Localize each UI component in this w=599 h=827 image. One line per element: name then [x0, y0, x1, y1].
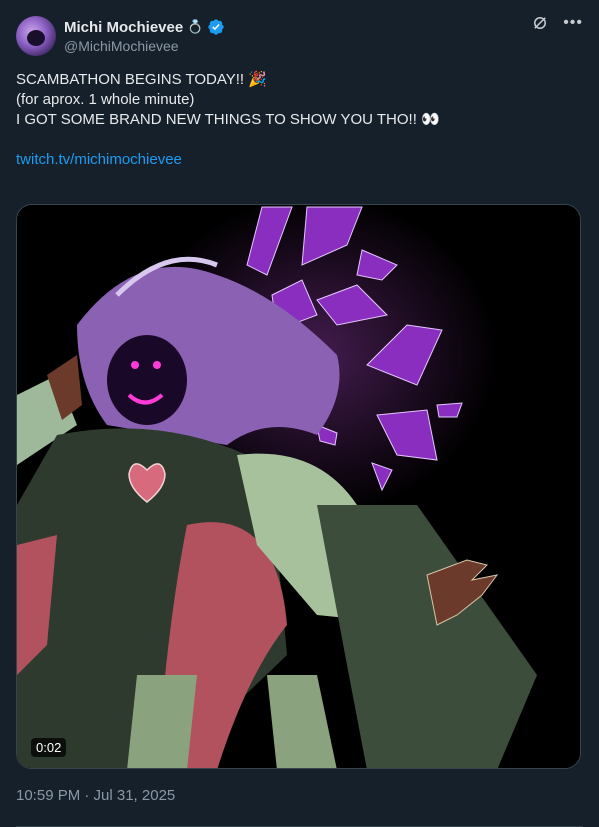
author-names: Michi Mochievee 💍 @MichiMochievee — [64, 18, 225, 54]
header-actions: ••• — [531, 14, 583, 32]
grok-icon[interactable] — [531, 14, 549, 32]
video-duration: 0:02 — [31, 738, 67, 757]
tweet-line-3: I GOT SOME BRAND NEW THINGS TO SHOW YOU … — [16, 111, 440, 128]
tweet-line-1: SCAMBATHON BEGINS TODAY!! 🎉 — [16, 71, 267, 88]
display-name[interactable]: Michi Mochievee — [64, 19, 183, 36]
tweet-text: SCAMBATHON BEGINS TODAY!! 🎉 (for aprox. … — [16, 70, 583, 170]
ring-icon: 💍 — [187, 19, 204, 34]
tweet: Michi Mochievee 💍 @MichiMochievee ••• SC… — [0, 0, 599, 827]
author-handle[interactable]: @MichiMochievee — [64, 38, 225, 54]
tweet-header: Michi Mochievee 💍 @MichiMochievee ••• — [16, 12, 583, 60]
video-player[interactable]: 0:02 — [16, 204, 581, 769]
timestamp[interactable]: 10:59 PM · Jul 31, 2025 — [16, 787, 175, 804]
name-row: Michi Mochievee 💍 — [64, 18, 225, 36]
more-options-icon[interactable]: ••• — [563, 14, 583, 32]
verified-badge-icon[interactable] — [207, 18, 225, 36]
video-frame — [17, 205, 580, 768]
twitch-link[interactable]: twitch.tv/michimochievee — [16, 151, 182, 168]
avatar[interactable] — [16, 16, 56, 56]
tweet-line-2: (for aprox. 1 whole minute) — [16, 91, 195, 108]
